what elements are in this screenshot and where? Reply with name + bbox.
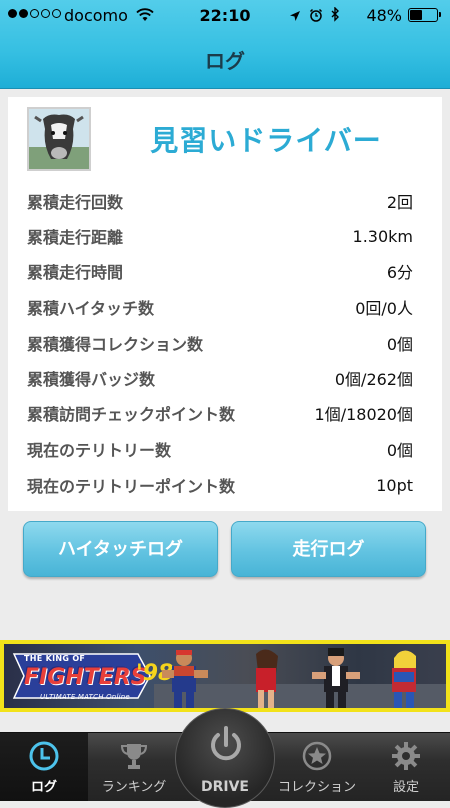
stat-label: 累積走行距離 [27,228,124,247]
alarm-icon [309,7,323,26]
trophy-icon [120,744,148,769]
location-arrow-icon [289,7,301,26]
stat-label: 累積訪問チェックポイント数 [27,405,236,424]
ad-banner[interactable]: THE KING OF FIGHTERS '98 ULTIMATE MATCH … [0,640,450,712]
clock-icon [29,741,59,771]
battery-icon [408,8,441,22]
tab-ranking[interactable]: ランキング [90,733,178,801]
stat-row-total-drives: 累積走行回数 2回 [27,186,413,216]
fighter-artwork [154,648,446,708]
stat-value: 0個 [386,441,413,460]
rank-title: 見習いドライバー [150,124,382,157]
tab-settings[interactable]: 設定 [362,733,450,801]
stat-value: 0回/0人 [355,299,413,318]
drive-button[interactable]: DRIVE [175,708,275,808]
stat-value: 2回 [386,193,413,212]
stat-row-hightouch: 累積ハイタッチ数 0回/0人 [27,292,413,322]
tab-label: コレクション [277,780,356,795]
stat-value: 6分 [386,263,413,282]
header: docomo 22:10 48% ログ [0,0,450,89]
profile-card: 見習いドライバー 累積走行回数 2回 累積走行距離 1.30km 累積走行時間 … [8,97,442,511]
gear-icon [392,742,420,770]
bluetooth-icon [331,6,340,26]
stat-label: 累積ハイタッチ数 [27,299,155,318]
cow-avatar-icon[interactable] [27,107,91,171]
stat-row-total-distance: 累積走行距離 1.30km [27,221,413,251]
battery-percent: 48% [366,6,402,25]
hightouch-log-button[interactable]: ハイタッチログ [23,521,218,577]
stat-label: 累積走行時間 [27,263,124,282]
stat-value: 1.30km [352,226,413,246]
stat-row-territory-points: 現在のテリトリーポイント数 10pt [27,470,413,500]
drive-log-button[interactable]: 走行ログ [231,521,426,577]
stat-row-collections: 累積獲得コレクション数 0個 [27,328,413,358]
stat-row-territories: 現在のテリトリー数 0個 [27,434,413,464]
stat-label: 現在のテリトリー数 [27,441,172,460]
tab-label: ログ [30,780,57,795]
stat-value: 0個 [386,335,413,354]
stat-row-checkpoints: 累積訪問チェックポイント数 1個/18020個 [27,398,413,428]
stat-label: 累積走行回数 [27,193,124,212]
tab-log[interactable]: ログ [0,733,88,801]
tab-collection[interactable]: コレクション [272,733,362,801]
drive-label: DRIVE [200,779,249,795]
stat-label: 現在のテリトリーポイント数 [27,477,236,496]
page-title: ログ [205,49,245,73]
game-logo: THE KING OF FIGHTERS '98 ULTIMATE MATCH … [10,648,173,704]
stat-row-total-time: 累積走行時間 6分 [27,256,413,286]
stat-value: 0個/262個 [334,370,413,389]
stat-label: 累積獲得バッジ数 [27,370,156,389]
stat-row-badges: 累積獲得バッジ数 0個/262個 [27,363,413,393]
power-icon [211,726,241,761]
tab-label: 設定 [392,780,419,795]
stat-value: 1個/18020個 [314,405,413,424]
status-bar: docomo 22:10 48% [0,0,450,30]
tab-label: ランキング [101,780,167,795]
stat-label: 累積獲得コレクション数 [27,335,204,354]
stat-value: 10pt [376,475,413,495]
star-badge-icon [302,741,332,771]
